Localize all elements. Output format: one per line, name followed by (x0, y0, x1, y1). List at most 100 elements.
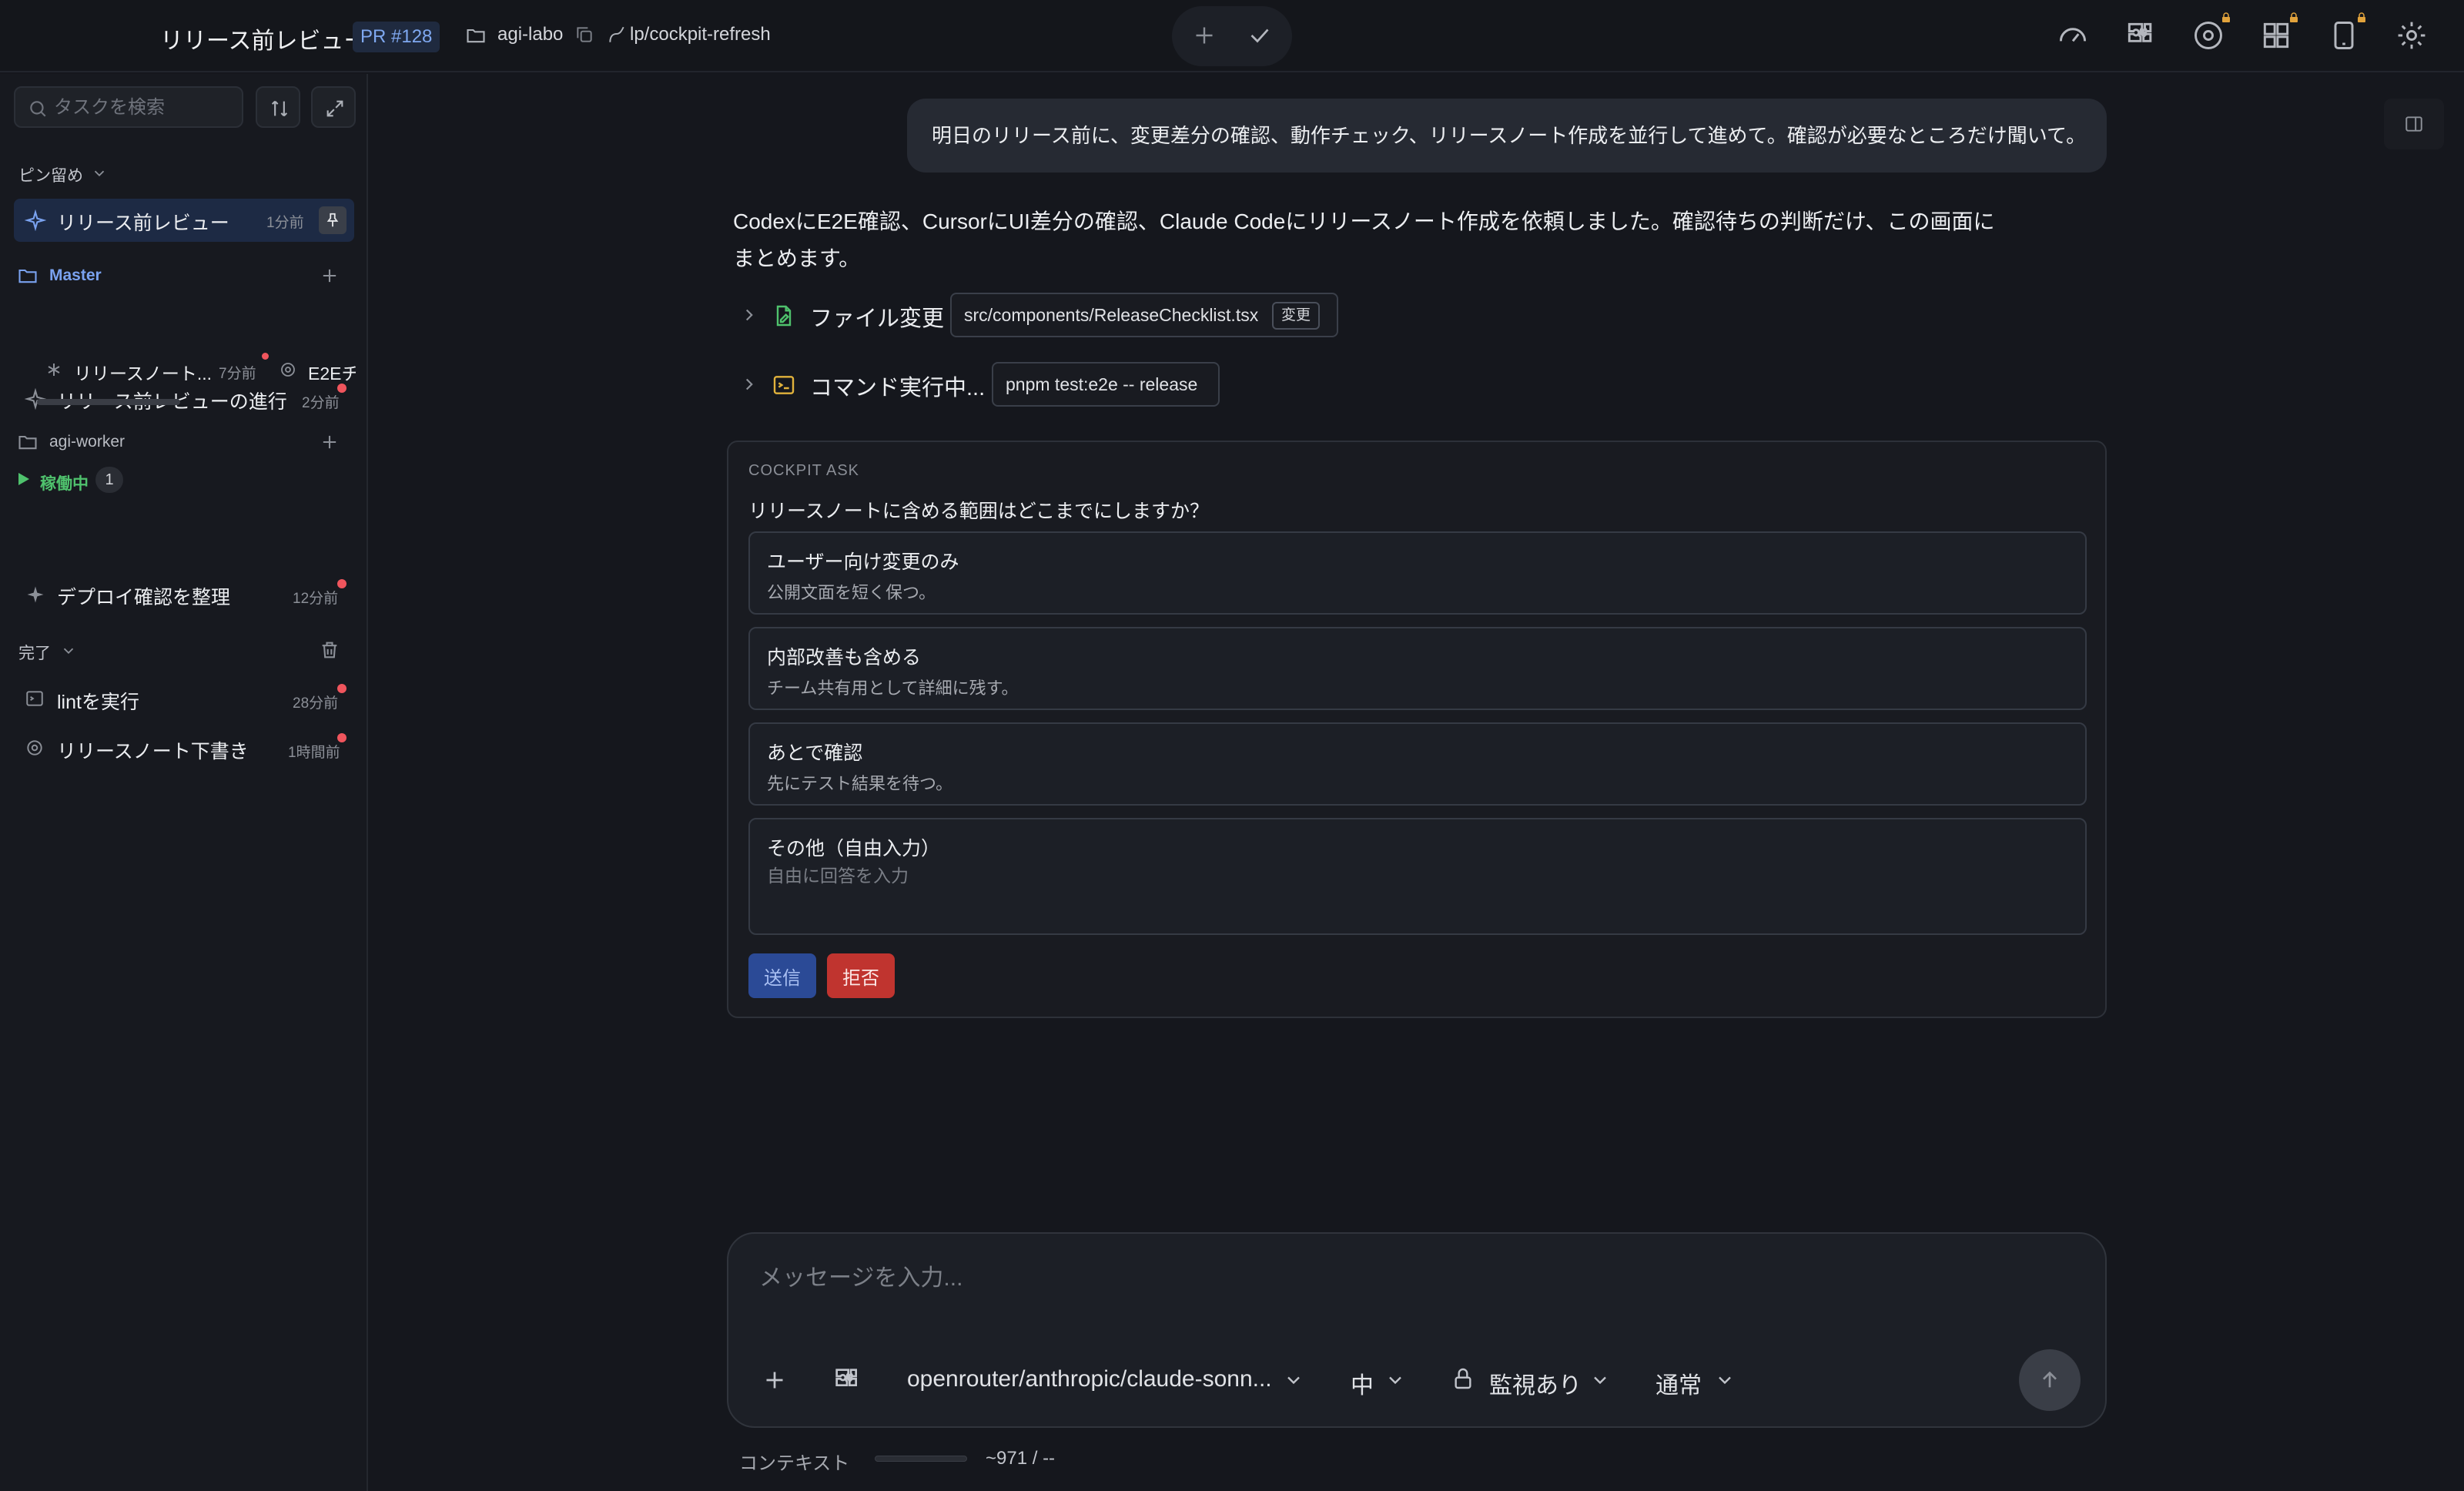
terminal-icon (772, 373, 796, 397)
tool-label[interactable]: コマンド実行中... (810, 370, 985, 402)
add-task-icon[interactable] (319, 265, 340, 286)
message-composer: openrouter/anthropic/claude-sonn... 中 監視… (727, 1232, 2107, 1428)
user-message: 明日のリリース前に、変更差分の確認、動作チェック、リリースノート作成を並行して進… (907, 99, 2107, 173)
search-box[interactable] (14, 86, 243, 128)
check-icon[interactable] (1246, 22, 1274, 49)
mode-select[interactable]: 通常 (1656, 1366, 1702, 1400)
chevron-right-icon[interactable] (739, 305, 759, 325)
command-chip[interactable]: pnpm test:e2e -- release (992, 362, 1220, 407)
repo-name[interactable]: agi-labo (497, 24, 563, 45)
disc-icon (279, 360, 297, 379)
file-path: src/components/ReleaseChecklist.tsx (964, 305, 1259, 325)
assistant-message: CodexにE2E確認、CursorにUI差分の確認、Claude Codeにリ… (733, 209, 1995, 270)
master-section-label[interactable]: Master (49, 266, 102, 285)
permission-select[interactable]: 監視あり (1489, 1366, 1582, 1400)
sidebar-item-time: 2分前 (302, 395, 340, 411)
gear-icon[interactable] (2395, 18, 2429, 52)
pr-badge[interactable]: PR #128 (353, 22, 440, 52)
free-answer-input[interactable] (767, 864, 2061, 887)
sidebar-item-label[interactable]: lintを実行 (57, 687, 139, 715)
trash-icon[interactable] (319, 639, 340, 661)
ask-card: COCKPIT ASK リリースノートに含める範囲はどこまでにしますか？ ユーザ… (727, 441, 2107, 1018)
folder-icon (17, 265, 38, 286)
phone-icon[interactable] (2327, 18, 2361, 52)
sparkle-icon (25, 209, 46, 231)
option-desc: 先にテスト結果を待つ。 (767, 774, 953, 793)
attach-plus-icon[interactable] (761, 1366, 788, 1394)
sidebar-item-pinned-review[interactable]: リリース前レビュー 1分前 (14, 199, 354, 242)
disc-icon[interactable] (2191, 18, 2225, 52)
lock-icon (1451, 1366, 1475, 1391)
lock-icon (2221, 12, 2231, 23)
dashboard-icon[interactable] (2259, 18, 2293, 52)
puzzle-icon[interactable] (832, 1365, 862, 1396)
ask-option[interactable]: あとで確認 先にテスト結果を待つ。 (748, 722, 2087, 806)
notification-dot (337, 579, 346, 588)
effort-select[interactable]: 中 (1351, 1366, 1374, 1400)
chevron-right-icon[interactable] (739, 374, 759, 394)
reject-button[interactable]: 拒否 (827, 953, 895, 998)
lock-icon (2288, 12, 2299, 23)
ask-option-other[interactable]: その他（自由入力） (748, 818, 2087, 935)
ask-option[interactable]: 内部改善も含める チーム共有用として詳細に残す。 (748, 627, 2087, 710)
notification-dot (337, 684, 346, 693)
context-label: コンテキスト (739, 1453, 850, 1474)
plus-icon[interactable] (1190, 22, 1218, 49)
sidebar: ピン留め リリース前レビュー 1分前 Master リリース前レビューの進行 2… (0, 74, 368, 1491)
ask-question: リリースノートに含める範囲はどこまでにしますか？ (748, 501, 1210, 522)
branch-icon (607, 25, 627, 45)
chevron-down-icon[interactable] (1384, 1369, 1406, 1391)
sidebar-item-time: 12分前 (293, 591, 339, 607)
notification-dot (337, 733, 346, 742)
terminal-icon (25, 689, 45, 709)
file-edit-icon (772, 303, 796, 328)
ask-header: COCKPIT ASK (748, 462, 860, 479)
sort-button[interactable] (256, 86, 300, 128)
lock-icon (2356, 12, 2367, 23)
unpin-button[interactable] (319, 206, 346, 234)
chevron-down-icon[interactable] (60, 642, 77, 659)
context-value: ~971 / -- (986, 1448, 1056, 1469)
disc-icon (25, 738, 45, 758)
sidebar-item-label[interactable]: デプロイ確認を整理 (57, 582, 230, 610)
puzzle-icon[interactable] (2124, 18, 2158, 52)
change-badge: 変更 (1272, 302, 1321, 330)
worker-section-label[interactable]: agi-worker (49, 433, 125, 451)
option-title: あとで確認 (767, 742, 863, 764)
message-input[interactable] (759, 1261, 2068, 1295)
sidebar-item-label[interactable]: リリースノート下書き (57, 736, 249, 764)
speedometer-icon[interactable] (2056, 18, 2090, 52)
search-input[interactable] (54, 97, 231, 119)
chevron-down-icon[interactable] (1283, 1369, 1304, 1391)
toggle-right-panel-button[interactable] (2384, 99, 2444, 149)
tool-label[interactable]: ファイル変更 (810, 300, 944, 333)
sidebar-subitem-time: 7分前 (219, 366, 256, 382)
folder-icon (17, 431, 38, 453)
done-section-label[interactable]: 完了 (18, 641, 51, 664)
send-button[interactable]: 送信 (748, 953, 816, 998)
sidebar-subitem-label[interactable]: リリースノート... (74, 359, 212, 385)
sidebar-item-label: リリース前レビュー (57, 213, 229, 234)
chevron-down-icon[interactable] (1589, 1369, 1611, 1391)
sidebar-subitem-label[interactable]: E2Eチ (308, 359, 356, 385)
pinned-section-label[interactable]: ピン留め (18, 163, 83, 186)
sidebar-item-time: 1分前 (266, 215, 304, 231)
ask-option[interactable]: ユーザー向け変更のみ 公開文面を短く保つ。 (748, 531, 2087, 615)
sparkle-icon (25, 584, 46, 605)
running-label[interactable]: 稼働中 (40, 471, 89, 494)
option-desc: チーム共有用として詳細に残す。 (767, 678, 1019, 698)
option-title: ユーザー向け変更のみ (767, 551, 959, 573)
file-chip[interactable]: src/components/ReleaseChecklist.tsx 変更 (950, 293, 1338, 337)
search-icon (28, 99, 48, 119)
page-title: リリース前レビュー (160, 28, 367, 54)
send-message-button[interactable] (2019, 1349, 2081, 1411)
copy-icon[interactable] (574, 25, 594, 45)
asterisk-icon (45, 360, 63, 379)
branch-name[interactable]: lp/cockpit-refresh (630, 24, 771, 45)
chevron-down-icon[interactable] (91, 165, 108, 182)
expand-button[interactable] (311, 86, 356, 128)
add-task-icon[interactable] (319, 431, 340, 453)
chevron-down-icon[interactable] (1714, 1369, 1736, 1391)
horizontal-scrollbar[interactable] (37, 399, 180, 405)
model-select[interactable]: openrouter/anthropic/claude-sonn... (907, 1366, 1272, 1392)
